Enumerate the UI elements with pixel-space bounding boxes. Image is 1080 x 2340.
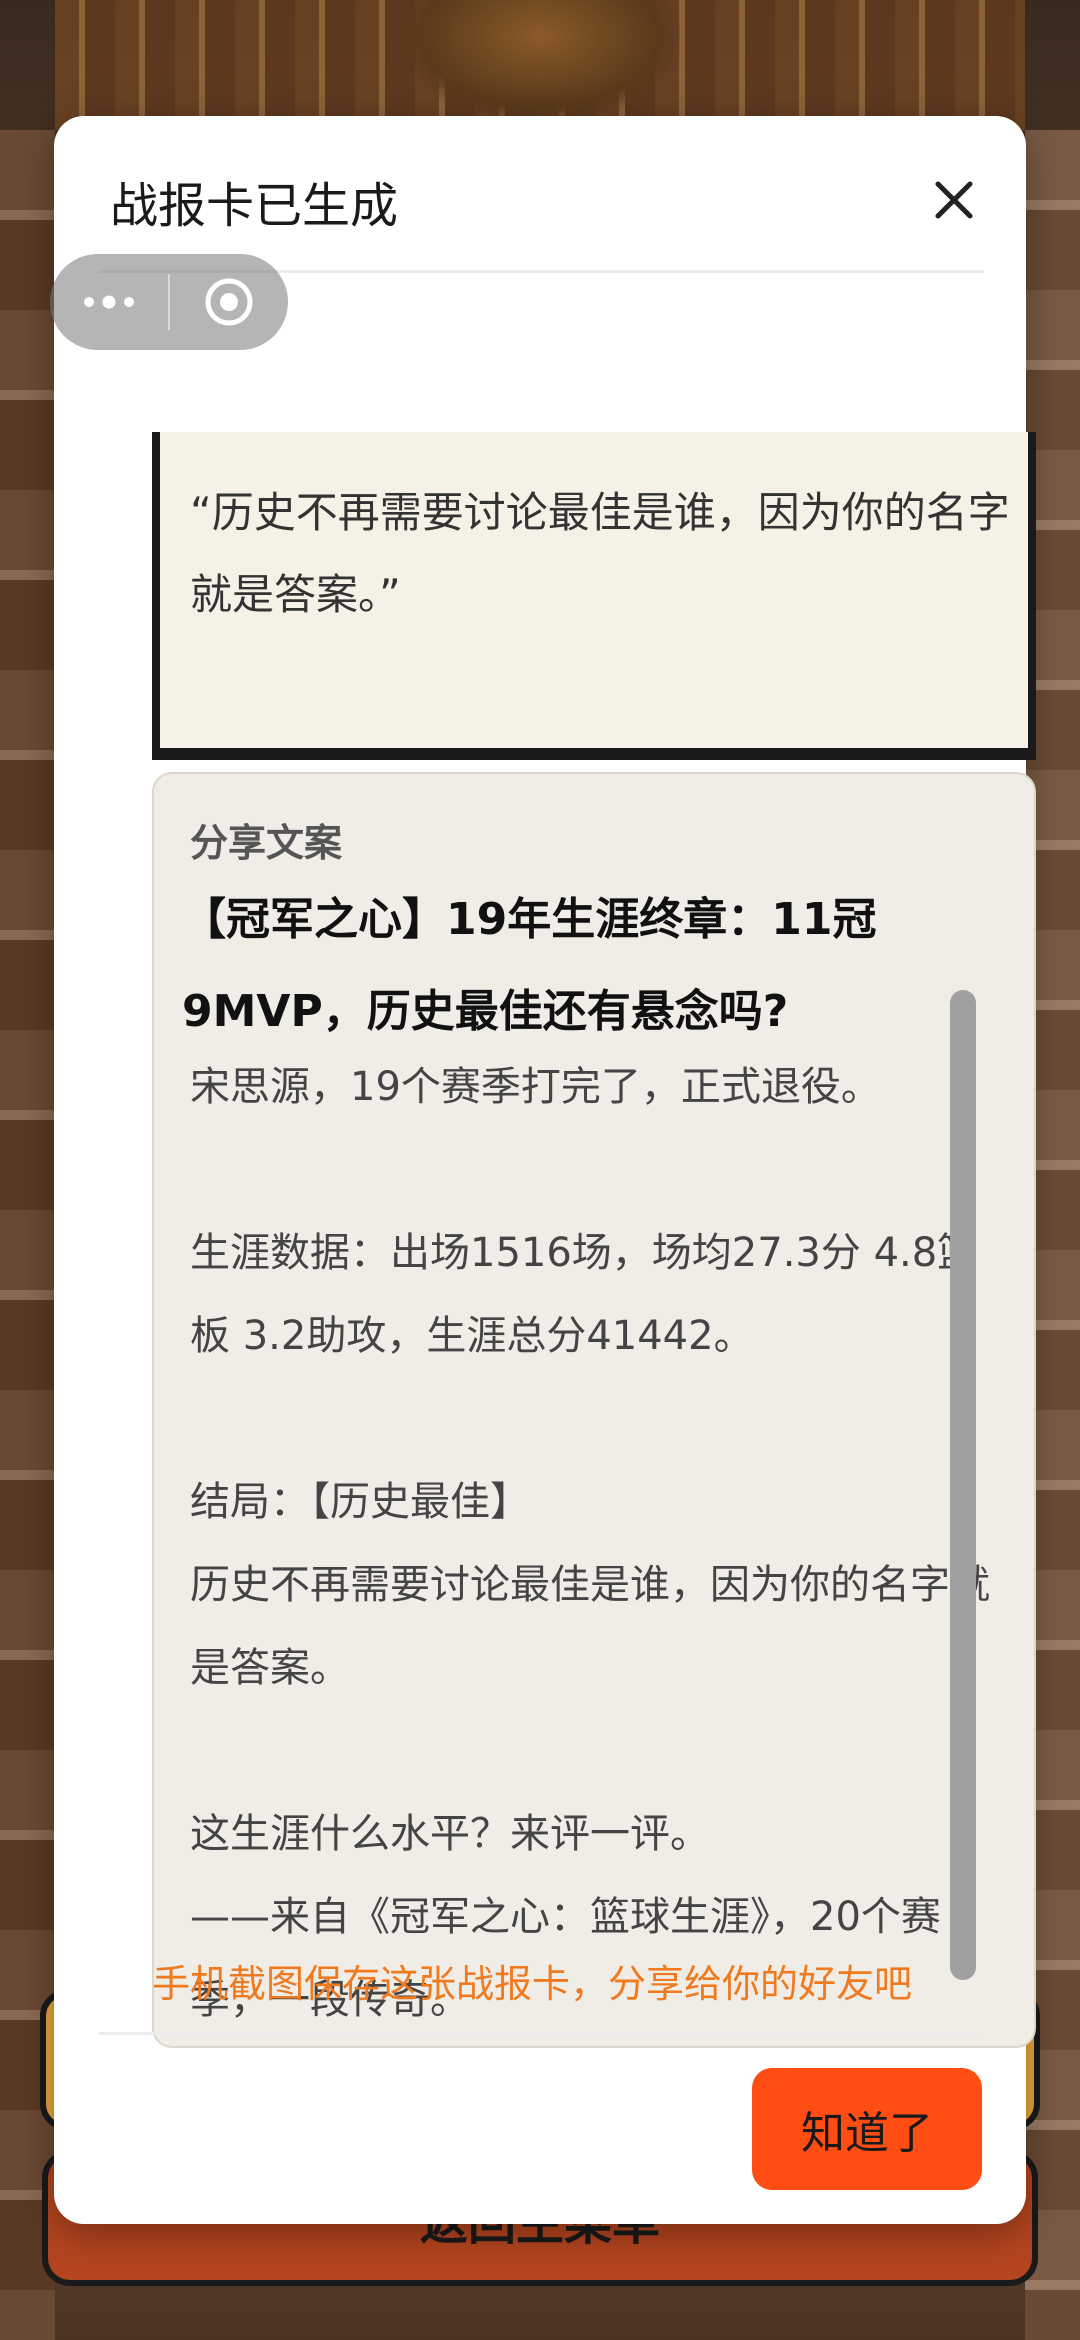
share-body: 宋思源，19个赛季打完了，正式退役。 生涯数据：出场1516场，场均27.3分 … [190, 1064, 990, 2023]
share-text-panel[interactable]: 分享文案 【冠军之心】19年生涯终章：11冠9MVP，历史最佳还有悬念吗? 宋思… [152, 772, 1036, 2048]
share-label: 分享文案 [190, 821, 343, 865]
target-icon[interactable] [170, 254, 288, 350]
modal-title: 战报卡已生成 [110, 178, 399, 234]
quote-card: “历史不再需要讨论最佳是谁，因为你的名字就是答案。” [152, 432, 1036, 760]
confirm-button[interactable]: 知道了 [752, 2068, 982, 2190]
close-icon[interactable] [914, 160, 994, 240]
mini-program-capsule [50, 254, 288, 350]
quote-text: “历史不再需要讨论最佳是谁，因为你的名字就是答案。” [190, 488, 1010, 619]
scrollbar-thumb[interactable] [950, 990, 976, 1980]
divider [98, 2032, 984, 2035]
share-headline: 【冠军之心】19年生涯终章：11冠9MVP，历史最佳还有悬念吗? [182, 894, 877, 1037]
hint-text: 手机截图保存这张战报卡，分享给你的好友吧 [152, 1962, 913, 2006]
background-figure [400, 0, 680, 120]
report-card-modal: 战报卡已生成 “历史不再需要讨论最佳是谁，因为你的名字就是答案。” 分享文案 【… [54, 116, 1036, 2224]
more-dots-icon[interactable] [50, 254, 168, 350]
